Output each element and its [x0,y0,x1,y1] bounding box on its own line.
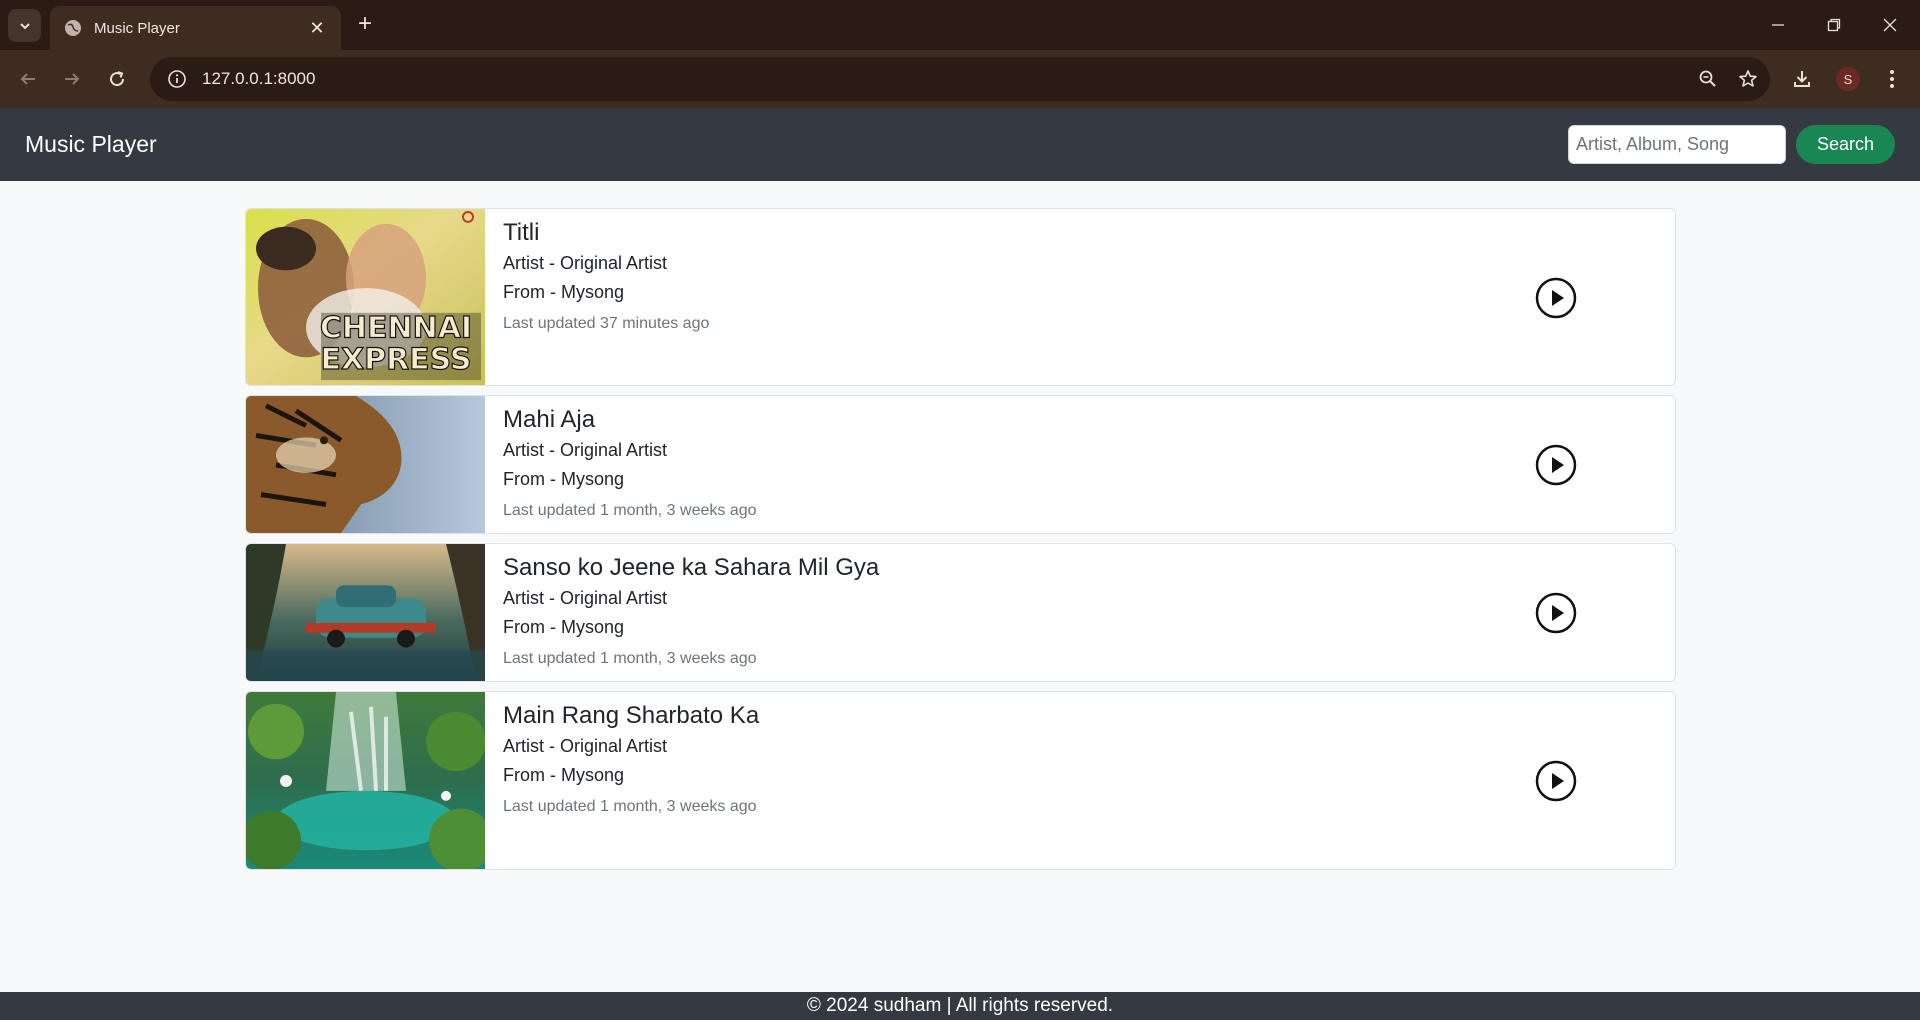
play-circle-icon [1535,277,1577,319]
browser-toolbar: 127.0.0.1:8000 S [0,50,1920,108]
song-artist: Artist - Original Artist [503,736,668,756]
arrow-left-icon [20,73,35,85]
song-artist: Artist - Original Artist [503,440,668,460]
song-card: Sanso ko Jeene ka Sahara Mil Gya Artist … [245,543,1676,682]
song-updated: Last updated 1 month, 3 weeks ago [503,798,757,815]
song-title: Main Rang Sharbato Ka [503,702,760,729]
browser-tab-strip: Music Player ✕ + [0,0,1920,50]
album-cover-image [246,692,485,869]
song-artist: Artist - Original Artist [503,588,668,608]
song-updated: Last updated 1 month, 3 weeks ago [503,502,757,519]
chevron-down-icon [19,22,30,29]
play-circle-icon [1535,444,1577,486]
album-cover-image [246,396,485,533]
more-vertical-icon [1890,70,1894,88]
song-album: From - Mysong [503,469,625,489]
address-bar[interactable]: 127.0.0.1:8000 [150,57,1770,101]
arrow-right-icon [65,73,80,85]
page-footer: © 2024 sudham | All rights reserved. [0,992,1920,1020]
song-album: From - Mysong [503,617,625,637]
close-window-button[interactable] [1862,8,1918,42]
minimize-button[interactable] [1750,8,1806,42]
brand-title[interactable]: Music Player [25,131,157,158]
song-card: Mahi Aja Artist - Original Artist From -… [245,395,1676,534]
app-navbar: Music Player Search [0,108,1920,181]
song-updated: Last updated 37 minutes ago [503,315,710,332]
back-button[interactable] [12,63,44,95]
play-circle-icon [1535,760,1577,802]
search-button[interactable]: Search [1796,125,1895,164]
album-cover-image [246,544,485,681]
site-info-icon[interactable] [164,66,190,92]
download-icon [1794,71,1810,87]
bookmark-star-icon[interactable] [1728,59,1768,99]
song-card: CHENNAI EXPRESS Titli Artist - Original … [245,208,1676,386]
restore-icon [1827,18,1841,32]
reload-button[interactable] [101,63,133,95]
song-info: Main Rang Sharbato Ka Artist - Original … [503,700,759,822]
play-button[interactable] [1535,277,1577,319]
song-info: Sanso ko Jeene ka Sahara Mil Gya Artist … [503,552,879,674]
song-info: Titli Artist - Original Artist From - My… [503,217,709,339]
play-button[interactable] [1535,444,1577,486]
play-button[interactable] [1535,592,1577,634]
profile-button[interactable]: S [1832,63,1864,95]
close-tab-icon[interactable]: ✕ [307,18,327,39]
play-circle-icon [1535,592,1577,634]
song-artist: Artist - Original Artist [503,253,668,273]
zoom-icon[interactable] [1688,59,1728,99]
minimize-icon [1772,24,1784,26]
song-card: Main Rang Sharbato Ka Artist - Original … [245,691,1676,870]
url-text: 127.0.0.1:8000 [202,69,316,88]
restore-button[interactable] [1806,8,1862,42]
song-info: Mahi Aja Artist - Original Artist From -… [503,404,757,526]
browser-tab[interactable]: Music Player ✕ [50,6,341,50]
globe-icon [64,19,82,37]
cover-text: CHENNAI [320,311,472,346]
reload-icon [110,71,125,87]
play-button[interactable] [1535,760,1577,802]
song-title: Mahi Aja [503,406,596,433]
song-album: From - Mysong [503,765,625,785]
close-icon [1883,18,1897,32]
avatar: S [1836,67,1860,91]
song-title: Titli [503,219,540,246]
browser-menu-button[interactable] [1876,63,1908,95]
downloads-button[interactable] [1786,63,1818,95]
song-title: Sanso ko Jeene ka Sahara Mil Gya [503,554,880,581]
search-input[interactable] [1568,125,1786,164]
song-album: From - Mysong [503,282,625,302]
cover-text: EXPRESS [320,342,471,377]
song-updated: Last updated 1 month, 3 weeks ago [503,650,757,667]
forward-button[interactable] [56,63,88,95]
tab-search-button[interactable] [8,9,41,42]
album-cover-image: CHENNAI EXPRESS [246,209,485,385]
tab-title: Music Player [94,19,180,37]
new-tab-button[interactable]: + [352,12,378,38]
